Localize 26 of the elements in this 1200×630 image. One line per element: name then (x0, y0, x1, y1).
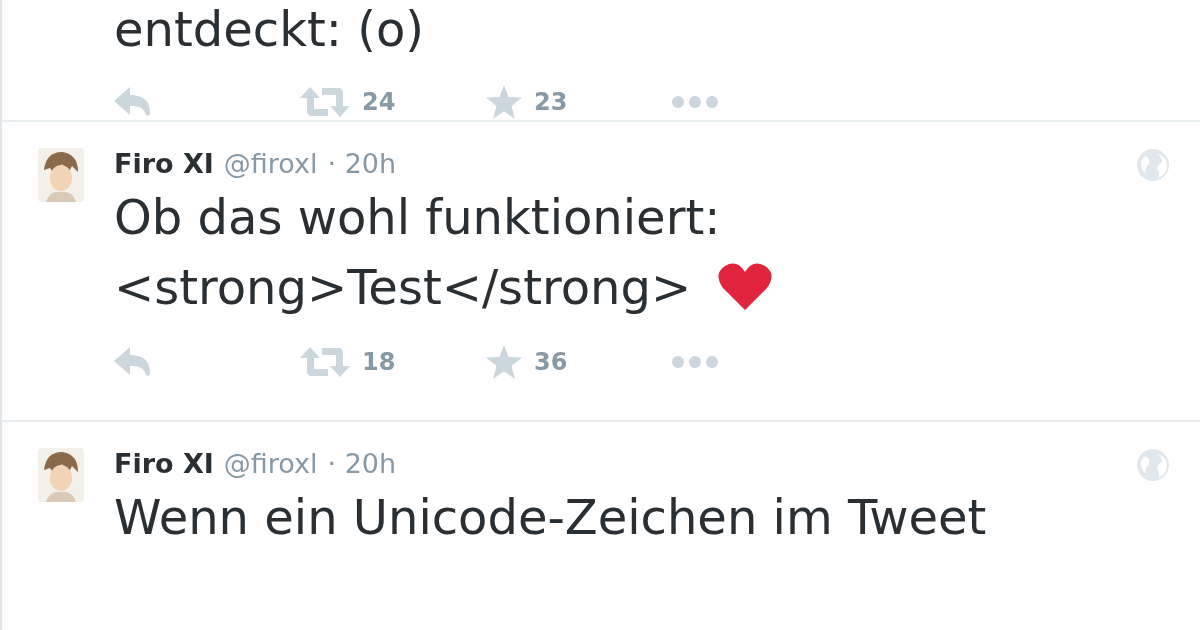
globe-icon (1136, 448, 1170, 482)
reply-icon[interactable] (114, 347, 152, 377)
star-icon[interactable] (486, 345, 522, 379)
avatar[interactable] (38, 448, 84, 502)
avatar[interactable] (38, 148, 84, 202)
tweet-time[interactable]: · 20h (327, 148, 397, 179)
author-handle[interactable]: @firoxl (223, 148, 318, 179)
more-icon[interactable] (672, 96, 718, 108)
favorite-count: 23 (534, 88, 568, 116)
reply-icon[interactable] (114, 87, 152, 117)
tweet-text: Wenn ein Unicode-Zeichen im Tweet (114, 488, 987, 547)
author-name[interactable]: Firo XI (114, 448, 214, 479)
favorite-count: 36 (534, 348, 568, 376)
tweet-text: <strong>Test</strong> (114, 258, 692, 317)
globe-icon (1136, 148, 1170, 182)
retweet-icon[interactable] (300, 87, 350, 117)
retweet-icon[interactable] (300, 347, 350, 377)
tweet-time[interactable]: · 20h (327, 448, 397, 479)
star-icon[interactable] (486, 85, 522, 119)
tweet-text: Ob das wohl funktioniert: (114, 188, 721, 247)
retweet-count: 18 (362, 348, 396, 376)
author-handle[interactable]: @firoxl (223, 448, 318, 479)
tweet-text: entdeckt: (o) (114, 0, 425, 59)
author-name[interactable]: Firo XI (114, 148, 214, 179)
retweet-count: 24 (362, 88, 396, 116)
more-icon[interactable] (672, 356, 718, 368)
